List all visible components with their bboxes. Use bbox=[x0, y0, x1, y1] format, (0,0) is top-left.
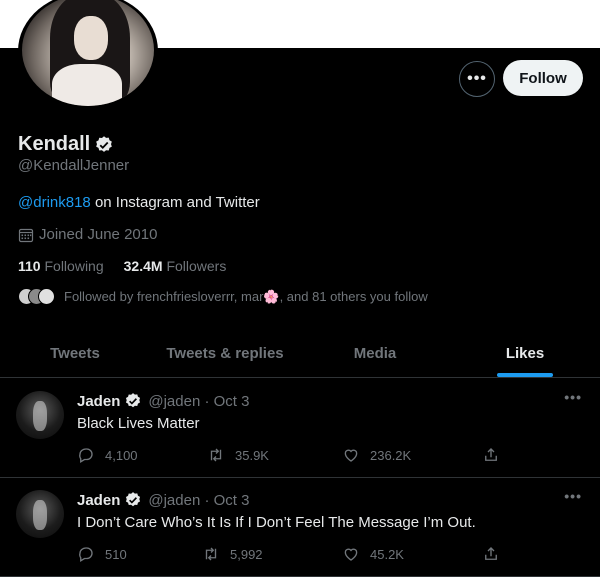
verified-badge-icon bbox=[126, 492, 141, 507]
followers-label: Followers bbox=[166, 258, 227, 274]
tweet-avatar[interactable] bbox=[16, 391, 64, 439]
retweet-icon bbox=[205, 547, 217, 561]
reply-count: 4,100 bbox=[105, 447, 138, 463]
followed-by-text: Followed by frenchfriesloverrr, mar🌸, an… bbox=[64, 289, 428, 304]
tweet-header: Jaden @jaden · Oct 3 bbox=[77, 392, 249, 410]
share-icon bbox=[485, 448, 497, 461]
share-button[interactable] bbox=[482, 446, 500, 464]
more-icon: ••• bbox=[467, 70, 487, 87]
following-label: Following bbox=[44, 258, 104, 274]
tweet-text: Black Lives Matter bbox=[77, 415, 200, 432]
follower-avatar bbox=[38, 288, 55, 305]
active-tab-indicator bbox=[497, 373, 553, 377]
reply-icon bbox=[79, 448, 93, 463]
tweet-handle-date: @jaden · Oct 3 bbox=[148, 491, 250, 509]
join-date: Joined June 2010 bbox=[18, 226, 157, 243]
avatar-body bbox=[52, 64, 122, 106]
tweet-author-name[interactable]: Jaden bbox=[77, 393, 120, 410]
tweet-actions: 4,100 35.9K 236.2K bbox=[77, 446, 507, 466]
avatar-face bbox=[74, 16, 108, 60]
tweet-avatar[interactable] bbox=[16, 490, 64, 538]
reply-count: 510 bbox=[105, 546, 127, 562]
bio-mention-link[interactable]: @drink818 bbox=[18, 194, 91, 211]
tab-label: Tweets & replies bbox=[166, 345, 284, 362]
like-button[interactable]: 236.2K bbox=[342, 446, 411, 464]
retweet-icon bbox=[210, 448, 222, 462]
bio-text: on Instagram and Twitter bbox=[90, 194, 260, 211]
tweet-more-icon[interactable]: ••• bbox=[564, 488, 582, 504]
profile-tabs: Tweets Tweets & replies Media Likes bbox=[0, 330, 600, 378]
profile-handle: @KendallJenner bbox=[18, 157, 130, 174]
like-button[interactable]: 45.2K bbox=[342, 545, 404, 563]
followers-count: 32.4M bbox=[123, 258, 163, 274]
tweet-header: Jaden @jaden · Oct 3 bbox=[77, 491, 249, 509]
more-options-button[interactable]: ••• bbox=[459, 61, 495, 97]
tab-media[interactable]: Media bbox=[300, 330, 450, 377]
follow-button-label: Follow bbox=[519, 69, 567, 87]
following-count: 110 bbox=[18, 258, 41, 274]
reply-button[interactable]: 4,100 bbox=[77, 446, 138, 464]
tweet[interactable]: Jaden @jaden · Oct 3 ••• I Don’t Care Wh… bbox=[0, 478, 600, 577]
reply-icon bbox=[79, 547, 93, 562]
profile-name-row: Kendall bbox=[18, 133, 114, 156]
followed-by-avatars bbox=[18, 288, 56, 306]
like-count: 45.2K bbox=[370, 546, 404, 562]
following-link[interactable]: 110 Following bbox=[18, 258, 104, 274]
heart-icon bbox=[344, 449, 358, 462]
tweet-author-name[interactable]: Jaden bbox=[77, 492, 120, 509]
tweet-handle-date: @jaden · Oct 3 bbox=[148, 392, 250, 410]
like-count: 236.2K bbox=[370, 447, 412, 463]
tweet-text: I Don’t Care Who’s It Is If I Don’t Feel… bbox=[77, 514, 476, 531]
tab-likes[interactable]: Likes bbox=[450, 330, 600, 377]
profile-name: Kendall bbox=[18, 133, 91, 155]
verified-badge-icon bbox=[96, 135, 113, 152]
tab-label: Media bbox=[353, 345, 397, 362]
avatar-figure bbox=[33, 401, 47, 431]
heart-icon bbox=[344, 548, 358, 561]
share-icon bbox=[485, 547, 497, 560]
followers-link[interactable]: 32.4M Followers bbox=[124, 258, 227, 274]
calendar-icon bbox=[18, 228, 34, 242]
verified-badge-icon bbox=[126, 393, 141, 408]
retweet-button[interactable]: 5,992 bbox=[202, 545, 263, 563]
join-date-text: Joined June 2010 bbox=[39, 226, 158, 243]
share-button[interactable] bbox=[482, 545, 500, 563]
reply-button[interactable]: 510 bbox=[77, 545, 127, 563]
tab-tweets-replies[interactable]: Tweets & replies bbox=[150, 330, 300, 377]
tweet[interactable]: Jaden @jaden · Oct 3 ••• Black Lives Mat… bbox=[0, 379, 600, 478]
tab-tweets[interactable]: Tweets bbox=[0, 330, 150, 377]
retweet-count: 5,992 bbox=[230, 546, 263, 562]
retweet-button[interactable]: 35.9K bbox=[207, 446, 269, 464]
avatar-figure bbox=[33, 500, 47, 530]
retweet-count: 35.9K bbox=[235, 447, 269, 463]
tweet-actions: 510 5,992 45.2K bbox=[77, 545, 507, 565]
tweet-more-icon[interactable]: ••• bbox=[564, 389, 582, 405]
follow-stats: 110 Following 32.4M Followers bbox=[18, 258, 226, 274]
profile-bio: @drink818 on Instagram and Twitter bbox=[18, 194, 260, 211]
follow-button[interactable]: Follow bbox=[503, 60, 583, 96]
followed-by-row[interactable]: Followed by frenchfriesloverrr, mar🌸, an… bbox=[18, 288, 428, 306]
tab-label: Likes bbox=[505, 345, 545, 362]
tab-label: Tweets bbox=[50, 345, 100, 362]
